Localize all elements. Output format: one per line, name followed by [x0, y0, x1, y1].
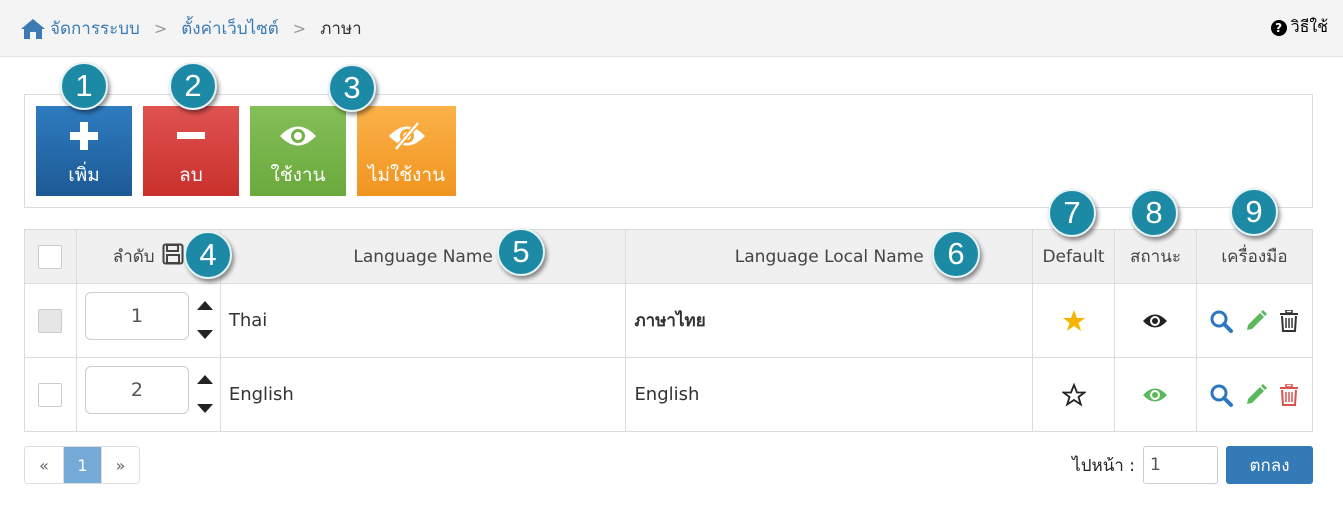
default-cell — [1032, 357, 1116, 432]
breadcrumb-current: ภาษา — [320, 19, 362, 39]
eye-slash-icon — [388, 114, 426, 158]
table-row: 2 English English — [24, 357, 1314, 432]
column-status: สถานะ — [1114, 229, 1197, 284]
language-local-name-cell: English — [625, 357, 1034, 432]
order-cell: 2 — [75, 357, 221, 432]
trash-icon[interactable] — [1279, 383, 1299, 406]
add-label: เพิ่ม — [68, 164, 100, 186]
breadcrumb: จัดการระบบ > ตั้งค่าเว็บไซต์ > ภาษา — [20, 15, 362, 42]
disable-label: ไม่ใช้งาน — [367, 164, 446, 186]
star-outline-icon[interactable] — [1060, 382, 1087, 407]
trash-icon[interactable] — [1279, 309, 1299, 332]
enable-button[interactable]: ใช้งาน — [250, 106, 346, 196]
language-name-cell: Thai — [219, 283, 627, 358]
tools-cell — [1195, 283, 1314, 358]
enable-label: ใช้งาน — [270, 164, 326, 186]
annotation-badge: 2 — [169, 62, 217, 110]
page-1-button[interactable]: 1 — [63, 447, 101, 483]
eye-icon — [279, 114, 317, 158]
row-checkbox-disabled — [38, 308, 63, 333]
column-language-name[interactable]: Language Name — [219, 229, 627, 284]
next-page-button[interactable]: » — [101, 447, 139, 483]
move-up-icon[interactable] — [196, 375, 213, 384]
star-filled-icon[interactable] — [1062, 309, 1086, 333]
column-tools: เครื่องมือ — [1195, 229, 1314, 284]
breadcrumb-system[interactable]: จัดการระบบ — [50, 15, 140, 42]
goto-submit-button[interactable]: ตกลง — [1226, 446, 1313, 484]
row-checkbox[interactable] — [38, 382, 63, 407]
breadcrumb-separator-icon: > — [292, 19, 307, 38]
annotation-badge: 7 — [1048, 189, 1096, 237]
default-cell — [1032, 283, 1116, 358]
plus-icon — [69, 114, 99, 158]
annotation-badge: 5 — [497, 228, 545, 276]
add-button[interactable]: เพิ่ม — [36, 106, 132, 196]
save-icon[interactable] — [162, 243, 184, 265]
annotation-badge: 4 — [184, 231, 232, 279]
goto-label: ไปหน้า : — [1072, 455, 1135, 476]
help-link[interactable]: ? วิธีใช้ — [1270, 15, 1328, 40]
move-down-icon[interactable] — [196, 404, 213, 413]
order-input[interactable]: 2 — [84, 366, 189, 414]
disable-button[interactable]: ไม่ใช้งาน — [357, 106, 456, 196]
breadcrumb-site-settings[interactable]: ตั้งค่าเว็บไซต์ — [181, 15, 279, 42]
delete-button[interactable]: ลบ — [143, 106, 239, 196]
status-cell — [1114, 283, 1197, 358]
tools-cell — [1195, 357, 1314, 432]
order-input[interactable]: 1 — [84, 292, 189, 340]
order-cell: 1 — [75, 283, 221, 358]
row-select-cell — [24, 283, 77, 358]
language-local-name-cell: ภาษาไทย — [625, 283, 1034, 358]
pagination: « 1 » — [24, 446, 140, 484]
move-up-icon[interactable] — [196, 301, 213, 310]
search-icon[interactable] — [1209, 309, 1234, 333]
order-header-label: ลำดับ — [112, 247, 155, 267]
delete-label: ลบ — [179, 164, 203, 186]
prev-page-button[interactable]: « — [25, 447, 63, 483]
annotation-badge: 1 — [60, 62, 108, 110]
row-select-cell — [24, 357, 77, 432]
table-row: 1 Thai ภาษาไทย — [24, 283, 1314, 358]
status-cell — [1114, 357, 1197, 432]
minus-icon — [176, 114, 206, 158]
annotation-badge: 6 — [932, 230, 980, 278]
annotation-badge: 8 — [1130, 189, 1178, 237]
annotation-badge: 9 — [1230, 188, 1278, 236]
language-name-cell: English — [219, 357, 627, 432]
help-label: วิธีใช้ — [1290, 17, 1328, 36]
move-down-icon[interactable] — [196, 330, 213, 339]
question-circle-icon: ? — [1270, 19, 1287, 36]
goto-page-input[interactable] — [1143, 446, 1218, 484]
search-icon[interactable] — [1209, 383, 1234, 407]
select-all-cell — [24, 229, 77, 284]
edit-icon[interactable] — [1245, 383, 1268, 406]
goto-page: ไปหน้า : ตกลง — [1072, 446, 1313, 484]
edit-icon[interactable] — [1245, 309, 1268, 332]
breadcrumb-separator-icon: > — [153, 19, 168, 38]
toolbar: เพิ่ม ลบ ใช้งาน ไม่ใช้งาน — [24, 94, 1313, 208]
eye-icon[interactable] — [1142, 312, 1168, 330]
select-all-checkbox[interactable] — [38, 244, 63, 269]
column-default: Default — [1032, 229, 1116, 284]
annotation-badge: 3 — [328, 64, 376, 112]
eye-icon[interactable] — [1142, 386, 1168, 404]
home-icon[interactable] — [20, 18, 46, 40]
top-bar: จัดการระบบ > ตั้งค่าเว็บไซต์ > ภาษา ? วิ… — [0, 0, 1343, 57]
